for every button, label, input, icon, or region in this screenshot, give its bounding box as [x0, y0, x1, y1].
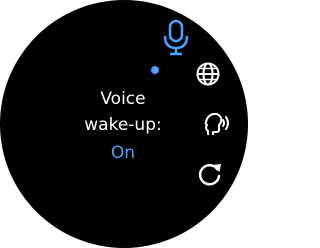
status-label-line1: Voice	[100, 89, 146, 109]
globe-icon[interactable]	[195, 61, 221, 87]
status-value[interactable]: On	[38, 140, 208, 166]
voice-wakeup-status: Voice wake-up: On	[38, 86, 208, 166]
microphone-icon[interactable]	[162, 19, 190, 57]
active-indicator-dot	[151, 66, 159, 74]
watch-screen: Voice wake-up: On	[0, 0, 248, 248]
status-label-line2: wake-up:	[84, 115, 162, 135]
